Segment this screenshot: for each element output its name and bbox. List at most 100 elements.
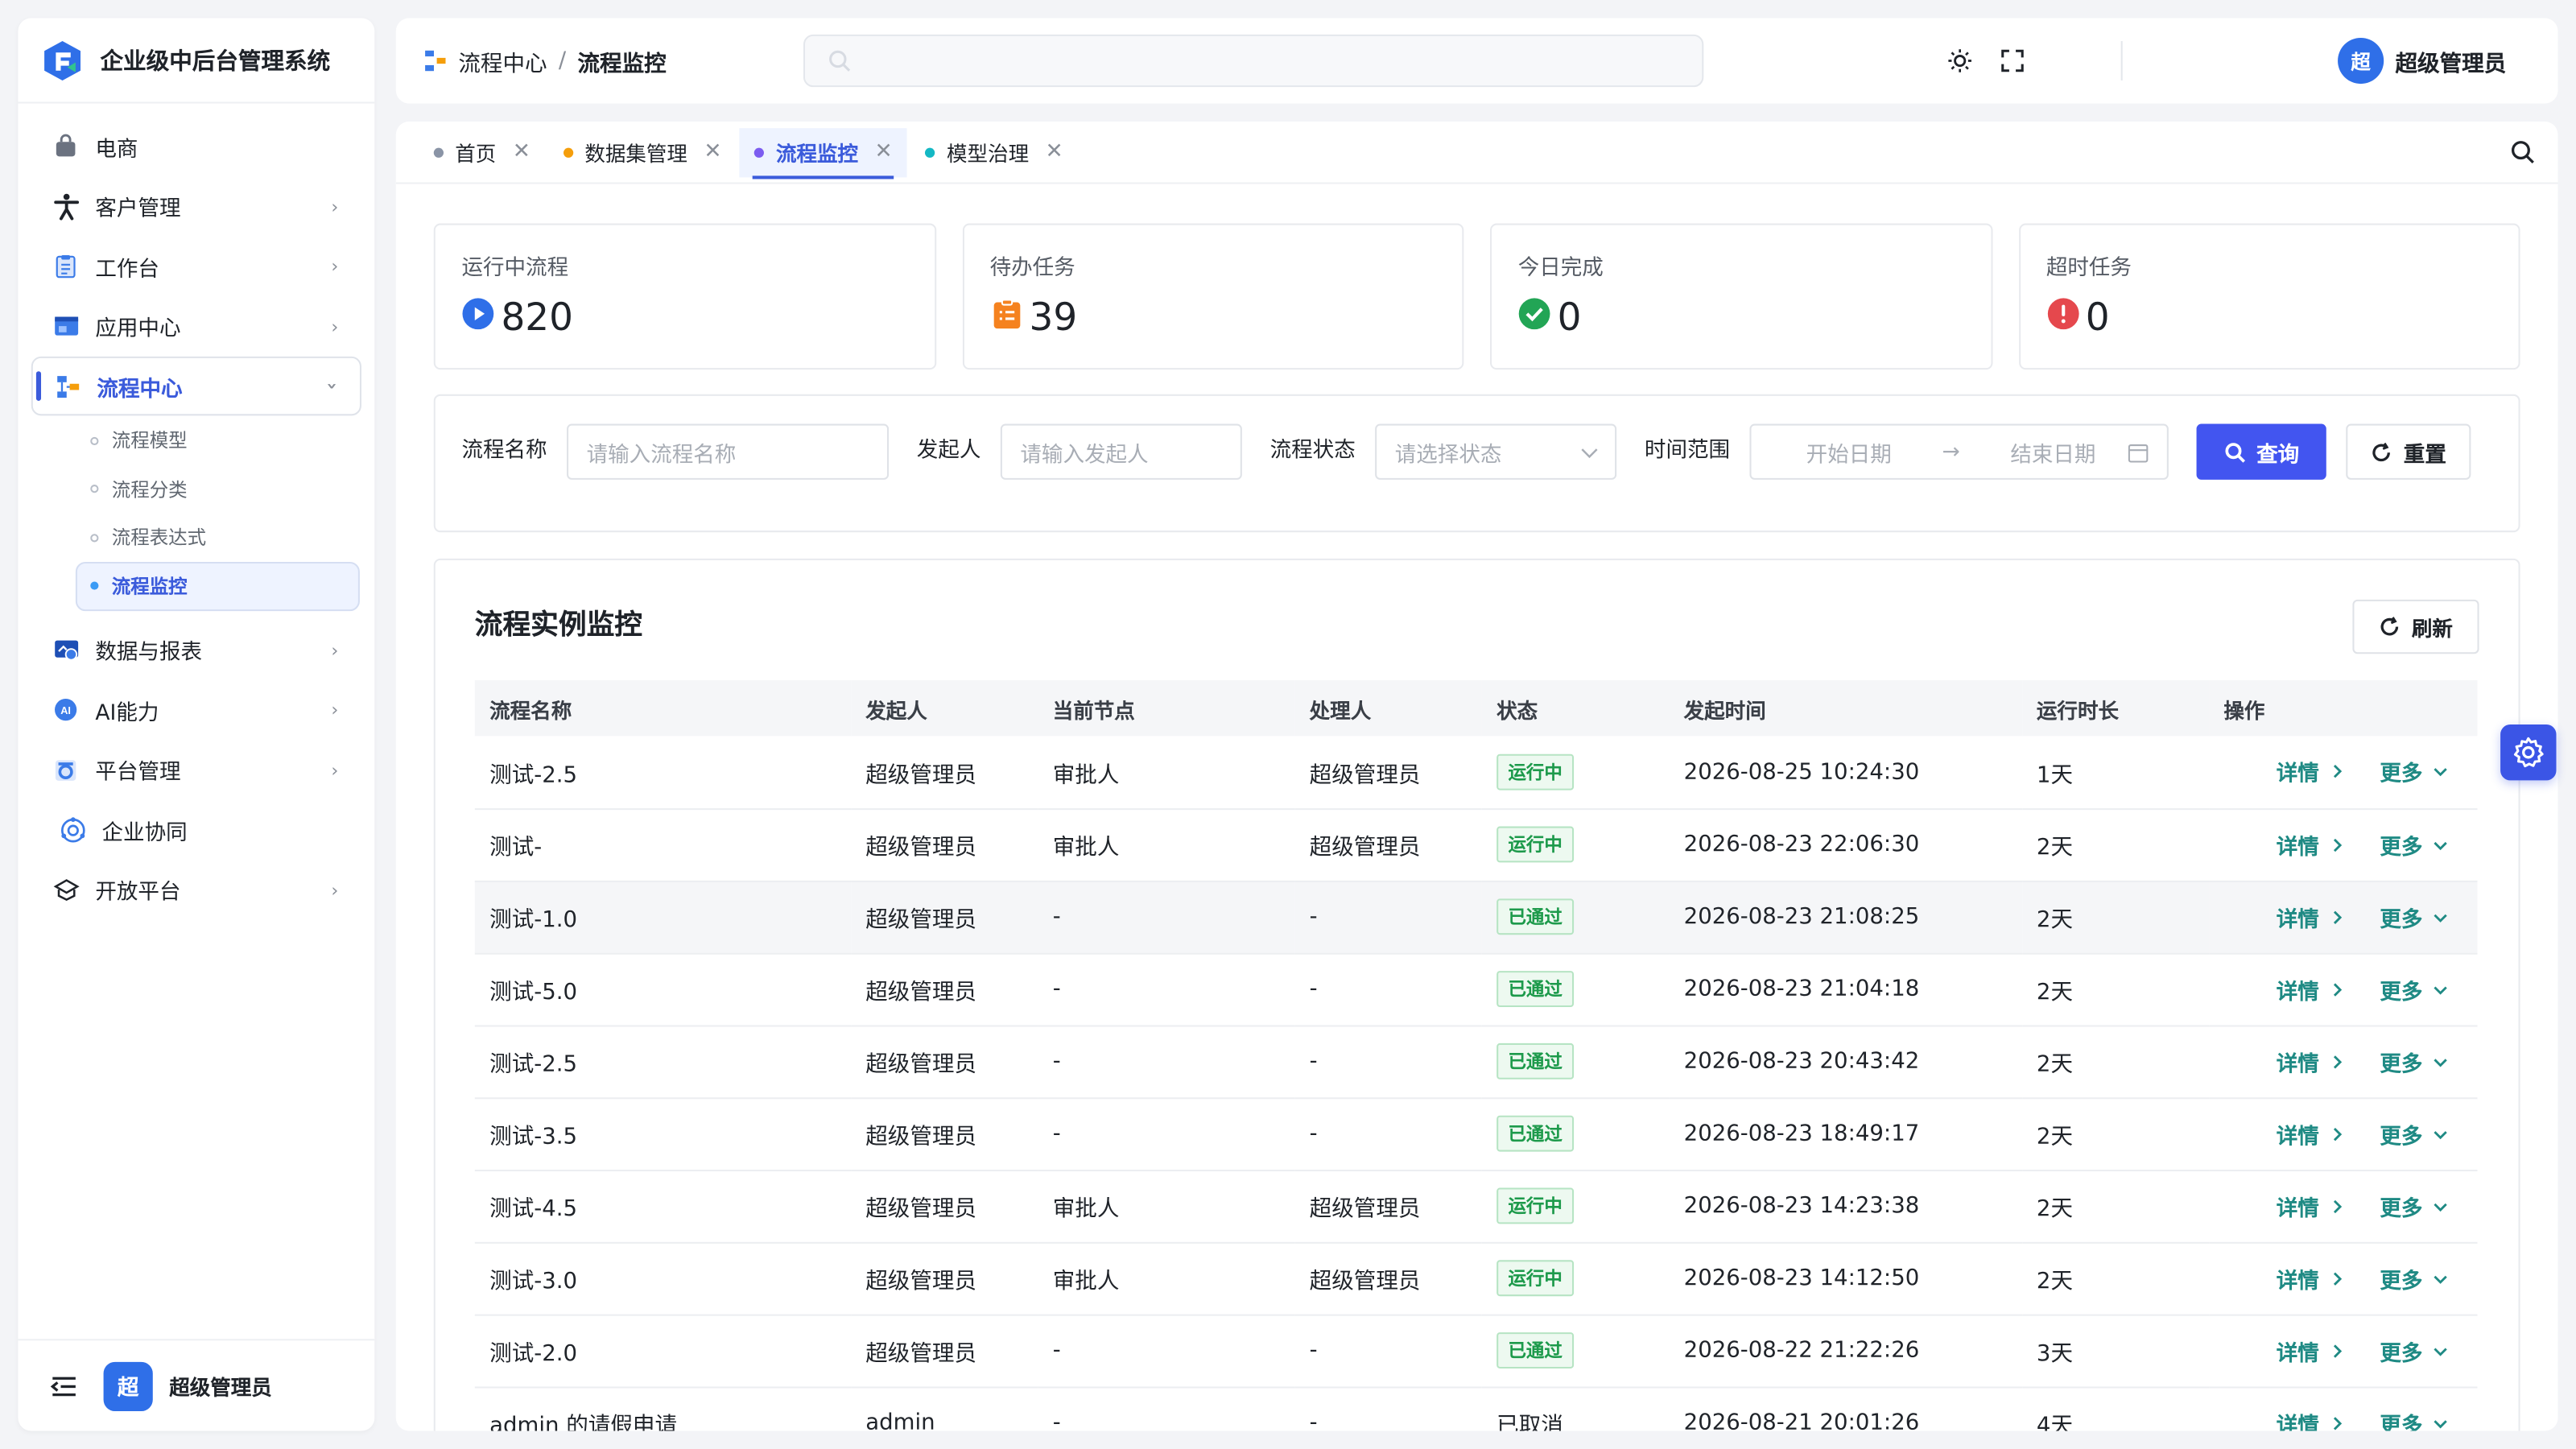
tab-home[interactable]: 首页 ✕ [419,127,545,176]
table-row[interactable]: 测试-4.5 超级管理员 审批人 超级管理员 运行中 2026-08-23 14:23:3… [474,1170,2478,1243]
sidebar-item-platform[interactable]: 平台管理 › [31,740,361,799]
table-row[interactable]: admin 的请假申请 admin - - 已取消 2026-08-21 20:01:26… [474,1386,2478,1431]
search-icon[interactable] [2510,139,2535,164]
refresh-button[interactable]: 刷新 [2352,599,2479,654]
column-header: 流程名称 [474,679,851,737]
more-dropdown[interactable]: 更多 [2380,973,2447,1005]
detail-link[interactable]: 详情 [2277,1118,2344,1150]
table-header: 流程名称 发起人 当前节点 处理人 状态 发起时间 运行时长 操作 [474,679,2478,737]
chevron-right-icon [2333,1199,2342,1213]
reset-button[interactable]: 重置 [2346,423,2471,480]
detail-link[interactable]: 详情 [2277,756,2344,787]
table-row[interactable]: 测试-3.5 超级管理员 - - 已通过 2026-08-23 18:49:17 2天 详情更… [474,1097,2478,1171]
flow-name-input[interactable]: 请输入流程名称 [567,423,890,480]
table-body: 测试-2.5 超级管理员 审批人 超级管理员 运行中 2026-08-25 10:24:3… [474,736,2478,1431]
sidebar-item-data-reports[interactable]: 数据与报表 › [31,620,361,679]
sidebar-item-ecommerce[interactable]: 电商 [31,117,361,175]
cell-actions: 详情 更多 [2209,880,2478,954]
status-badge: 运行中 [1496,1187,1575,1224]
detail-link[interactable]: 详情 [2277,1191,2344,1221]
more-dropdown[interactable]: 更多 [2380,1046,2447,1077]
sidebar-subitem-flow-category[interactable]: 流程分类 [90,465,361,514]
detail-link[interactable]: 详情 [2277,1262,2344,1294]
fullscreen-icon[interactable] [2000,47,2026,74]
sun-icon[interactable] [1946,47,1973,74]
detail-link[interactable]: 详情 [2277,973,2344,1005]
table-row[interactable]: 测试-2.0 超级管理员 - - 已通过 2026-08-22 21:22:26 3天 详情更… [474,1314,2478,1388]
column-header: 发起时间 [1669,679,2022,737]
filter-label: 流程名称 [461,438,547,464]
logo[interactable]: 企业级中后台管理系统 [18,18,375,104]
sidebar-item-workbench[interactable]: 工作台 › [31,237,361,295]
cell-time: 2026-08-23 21:08:25 [1669,880,2022,954]
sidebar-item-app-center[interactable]: 应用中心 › [31,296,361,355]
close-icon[interactable]: ✕ [704,139,721,164]
sidebar-item-ai[interactable]: AI AI能力 › [31,680,361,739]
more-dropdown[interactable]: 更多 [2380,901,2447,932]
dot-icon [90,436,99,445]
avatar[interactable]: 超 [103,1360,153,1411]
sidebar-footer: 超 超级管理员 [18,1339,375,1430]
close-icon[interactable]: ✕ [513,139,530,164]
more-dropdown[interactable]: 更多 [2380,1335,2447,1366]
table-row[interactable]: 测试- 超级管理员 审批人 超级管理员 运行中 2026-08-23 22:06:30 2天… [474,808,2478,881]
start-date[interactable]: 开始日期 [1806,436,1892,468]
detail-link[interactable]: 详情 [2277,829,2344,860]
table-row[interactable]: 测试-5.0 超级管理员 - - 已通过 2026-08-23 21:04:18 2天 详情更… [474,952,2478,1026]
link-label: 详情 [2276,980,2319,1005]
more-dropdown[interactable]: 更多 [2380,1262,2447,1294]
table-row[interactable]: 测试-2.5 超级管理员 审批人 超级管理员 运行中 2026-08-25 10:24:3… [474,736,2478,810]
sidebar-item-label: 工作台 [95,257,159,282]
link-label: 更多 [2380,1341,2423,1366]
starter-input[interactable]: 请输入发起人 [1000,423,1242,480]
cell-duration: 4天 [2021,1386,2210,1431]
sidebar-subitem-flow-monitor[interactable]: 流程监控 [75,561,360,611]
sidebar-item-collab[interactable]: 企业协同 [31,800,361,859]
tab-model-governance[interactable]: 模型治理 ✕ [910,127,1078,176]
search-input[interactable] [803,34,1704,88]
link-label: 更多 [2380,1052,2423,1077]
chevron-down-icon [2433,840,2446,850]
link-label: 更多 [2380,835,2423,861]
settings-float-button[interactable] [2500,724,2557,781]
status-select[interactable]: 请选择状态 [1375,423,1617,480]
sidebar-subitem-flow-model[interactable]: 流程模型 [90,416,361,464]
detail-link[interactable]: 详情 [2277,1407,2344,1431]
close-icon[interactable]: ✕ [874,139,892,164]
chevron-down-icon [2433,768,2446,777]
refresh-icon [2380,617,2399,636]
logo-icon [44,39,80,80]
detail-link[interactable]: 详情 [2277,1335,2344,1366]
cell-time: 2026-08-23 20:43:42 [1669,1025,2022,1099]
chevron-down-icon [2433,985,2446,994]
sidebar-subitem-flow-expression[interactable]: 流程表达式 [90,514,361,562]
more-dropdown[interactable]: 更多 [2380,756,2447,787]
more-dropdown[interactable]: 更多 [2380,1407,2447,1431]
tab-flow-monitor[interactable]: 流程监控 ✕ [740,127,908,179]
tab-label: 首页 [455,141,497,167]
user-menu[interactable]: 超 超级管理员 [2338,37,2506,85]
table-row[interactable]: 测试-1.0 超级管理员 - - 已通过 2026-08-23 21:08:25 2天 详情更… [474,880,2478,954]
table-row[interactable]: 测试-2.5 超级管理员 - - 已通过 2026-08-23 20:43:42 2天 详情更… [474,1025,2478,1099]
sidebar-item-open-platform[interactable]: 开放平台 › [31,860,361,919]
sidebar-item-flow-center[interactable]: 流程中心 › [31,356,361,416]
link-label: 更多 [2380,907,2423,933]
column-header: 运行时长 [2021,679,2210,737]
more-dropdown[interactable]: 更多 [2380,829,2447,861]
table-row[interactable]: 测试-3.0 超级管理员 审批人 超级管理员 运行中 2026-08-23 14:12:5… [474,1241,2478,1315]
more-dropdown[interactable]: 更多 [2380,1191,2447,1221]
cell-node: 审批人 [1038,1170,1295,1243]
avatar: 超 [2338,37,2384,85]
breadcrumb-item[interactable]: 流程中心 [458,44,547,77]
end-date[interactable]: 结束日期 [2010,436,2095,468]
query-button[interactable]: 查询 [2196,423,2326,480]
more-dropdown[interactable]: 更多 [2380,1118,2447,1150]
collapse-menu-icon[interactable] [47,1369,80,1402]
sidebar-item-customers[interactable]: 客户管理 › [31,176,361,235]
date-range-picker[interactable]: 开始日期 → 结束日期 [1749,423,2169,480]
detail-link[interactable]: 详情 [2277,1046,2344,1077]
detail-link[interactable]: 详情 [2277,901,2344,932]
status-text: 已取消 [1496,1413,1563,1431]
tab-dataset[interactable]: 数据集管理 ✕ [548,127,737,176]
close-icon[interactable]: ✕ [1046,139,1063,164]
